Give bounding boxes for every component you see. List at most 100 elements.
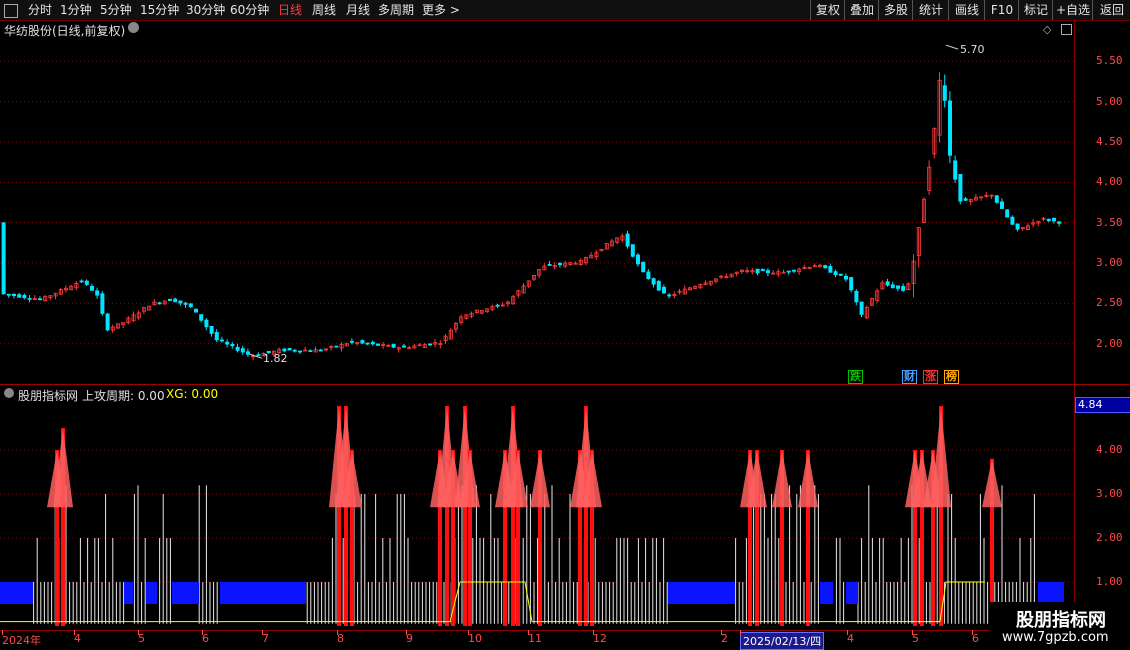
candle [105, 312, 110, 332]
candle [188, 302, 193, 309]
period-tab-multi[interactable]: 多周期 [378, 2, 414, 18]
candle [17, 292, 22, 299]
candle [703, 280, 708, 286]
period-tab-1min[interactable]: 1分钟 [60, 2, 92, 18]
blue-zone [124, 582, 133, 604]
candle [313, 346, 318, 353]
candle [412, 343, 417, 349]
candle [100, 291, 105, 316]
candle [152, 298, 157, 306]
candle [157, 301, 162, 305]
candle [240, 345, 245, 355]
low-price-label: 1.82 [263, 352, 288, 365]
badge-fall[interactable]: 跌 [848, 370, 863, 384]
candle [386, 343, 391, 347]
badge-rank[interactable]: 榜 [944, 370, 959, 384]
candle [526, 280, 531, 288]
indicator-chart[interactable] [0, 386, 1074, 631]
date-tick-label: 10 [468, 632, 482, 645]
date-tick-mark [262, 630, 263, 635]
f10-button[interactable]: F10 [984, 0, 1019, 20]
candle [573, 261, 578, 265]
period-tab-monthly[interactable]: 月线 [346, 2, 370, 18]
date-tick-mark [337, 630, 338, 635]
blue-zone [220, 582, 306, 604]
candle [193, 308, 198, 313]
candle [490, 304, 495, 312]
candle [1005, 209, 1010, 218]
draw-line-button[interactable]: 画线 [948, 0, 985, 20]
stats-button[interactable]: 统计 [912, 0, 949, 20]
candle [381, 341, 386, 350]
candle [58, 287, 63, 295]
period-tab-60min[interactable]: 60分钟 [230, 2, 269, 18]
fuquan-button[interactable]: 复权 [810, 0, 845, 20]
date-tick-label: 4 [847, 632, 854, 645]
candle [459, 314, 464, 326]
candle [927, 160, 932, 195]
candle [230, 342, 235, 349]
date-tick-mark [74, 630, 75, 635]
candle [225, 339, 230, 348]
candle [974, 194, 979, 201]
price-tick-label: 5.50 [1096, 54, 1123, 68]
back-button[interactable]: 返回 [1092, 0, 1130, 20]
candle [542, 263, 547, 271]
period-tab-daily[interactable]: 日线 [278, 2, 302, 18]
candle [214, 329, 219, 343]
period-tab-weekly[interactable]: 周线 [312, 2, 336, 18]
period-toolbar: 分时 1分钟 5分钟 15分钟 30分钟 60分钟 日线 周线 月线 多周期 更… [0, 0, 1130, 21]
candle [880, 280, 885, 290]
candle [43, 294, 48, 302]
candle [864, 305, 869, 320]
price-chart[interactable]: 5.70 1.82 [0, 21, 1074, 384]
candle [552, 262, 557, 270]
candle [448, 328, 453, 340]
watermark-brand: 股朋指标网 [1016, 610, 1106, 631]
mark-button[interactable]: 标记 [1018, 0, 1053, 20]
candle [698, 283, 703, 290]
candle [849, 277, 854, 293]
price-tick-label: 5.00 [1096, 94, 1123, 108]
more-button[interactable]: 更多 > [422, 2, 460, 18]
candle [734, 271, 739, 277]
candle [1010, 215, 1015, 225]
candle [812, 263, 817, 268]
period-tab-fenshi[interactable]: 分时 [28, 2, 52, 18]
candle [90, 283, 95, 291]
badge-rise[interactable]: 涨 [923, 370, 938, 384]
period-tab-30min[interactable]: 30分钟 [186, 2, 225, 18]
candle [219, 336, 224, 343]
multi-stock-button[interactable]: 多股 [878, 0, 913, 20]
candle [495, 303, 500, 308]
overlay-button[interactable]: 叠加 [844, 0, 879, 20]
date-tick-label: 6 [202, 632, 209, 645]
candle [355, 342, 360, 346]
candle [297, 350, 302, 355]
candle [136, 310, 141, 321]
add-watchlist-button[interactable]: +自选 [1052, 0, 1093, 20]
period-tab-5min[interactable]: 5分钟 [100, 2, 132, 18]
blue-zone [1038, 582, 1064, 604]
period-tab-15min[interactable]: 15分钟 [140, 2, 179, 18]
candle [630, 244, 635, 258]
date-tick-label: 9 [406, 632, 413, 645]
candle [360, 339, 365, 345]
candle [870, 297, 875, 306]
badge-finance[interactable]: 财 [902, 370, 917, 384]
blue-zone [820, 582, 833, 604]
candle [292, 348, 297, 353]
candle [126, 315, 131, 325]
candle [994, 195, 999, 204]
window-icon[interactable] [4, 4, 18, 18]
candle [750, 267, 755, 275]
date-tick-mark [468, 630, 469, 635]
date-tick-mark [847, 630, 848, 635]
candle [453, 322, 458, 333]
candle [646, 269, 651, 280]
candle [563, 260, 568, 269]
candle [474, 309, 479, 314]
candle [500, 302, 505, 307]
candle [740, 268, 745, 274]
candle [916, 227, 921, 268]
